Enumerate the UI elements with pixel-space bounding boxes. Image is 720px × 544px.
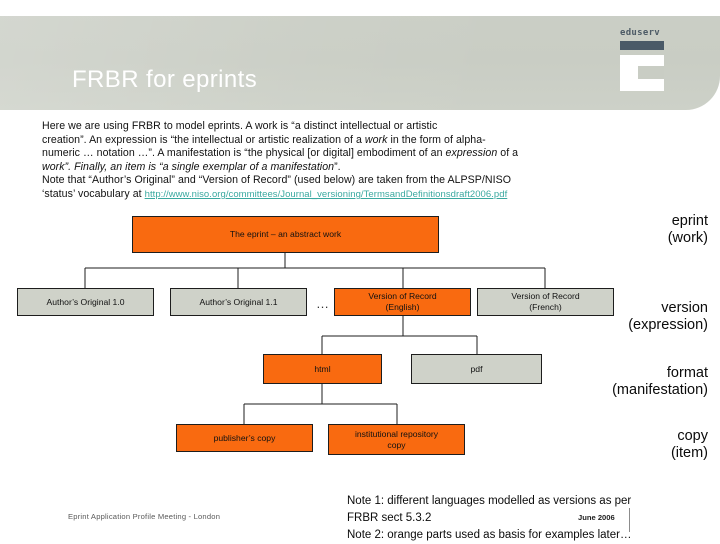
logo-bar-icon — [620, 41, 664, 50]
node-publishers-copy-label: publisher’s copy — [213, 432, 276, 443]
niso-terms-link[interactable]: http://www.niso.org/committees/Journal_v… — [145, 189, 508, 200]
legend-version-expression: version (expression) — [628, 300, 708, 334]
intro-line-2a: creation”. An expression is “the intelle… — [42, 133, 365, 146]
slide-header-banner — [0, 0, 720, 110]
header-gloss-overlay — [0, 0, 720, 110]
intro-line-1: Here we are using FRBR to model eprints.… — [42, 120, 438, 132]
intro-line-5: Note that “Author’s Original” and “Versi… — [42, 174, 511, 187]
legend-format-manifestation: format (manifestation) — [612, 365, 708, 399]
intro-line-4b: ”. — [334, 160, 341, 173]
footer-notes: Note 1: different languages modelled as … — [347, 493, 631, 544]
node-version-of-record-english-label: Version of Record (English) — [368, 291, 437, 312]
node-html[interactable]: html — [263, 354, 382, 384]
legend-copy-top: copy — [677, 428, 708, 444]
node-pdf[interactable]: pdf — [411, 354, 542, 384]
legend-eprint-work: eprint (work) — [668, 213, 708, 247]
node-institutional-repository-copy[interactable]: institutional repository copy — [328, 424, 465, 455]
footer-note-1-line-1: Note 1: different languages modelled as … — [347, 495, 632, 507]
legend-copy-bottom: (item) — [670, 445, 708, 461]
ellipsis-separator: … — [316, 296, 331, 311]
intro-line-2-italic: work — [364, 133, 388, 146]
node-eprint-label: The eprint – an abstract work — [229, 229, 342, 239]
legend-eprint-bottom: (work) — [667, 230, 708, 246]
logo-e-notch — [638, 66, 664, 79]
logo-e-icon — [620, 55, 664, 91]
footer-note-1-line-2: FRBR sect 5.3.2 — [347, 512, 432, 524]
node-authors-original-1-1-label: Author’s Original 1.1 — [199, 296, 278, 307]
legend-version-top: version — [661, 300, 708, 316]
intro-line-4-italic: manifestation — [270, 160, 335, 173]
legend-copy-item: copy (item) — [671, 428, 708, 462]
node-eprint[interactable]: The eprint – an abstract work — [132, 216, 439, 253]
legend-format-top: format — [666, 365, 708, 381]
node-authors-original-1-1[interactable]: Author’s Original 1.1 — [170, 288, 307, 316]
node-version-of-record-english[interactable]: Version of Record (English) — [334, 288, 471, 316]
intro-line-3a: numeric … notation …”. A manifestation i… — [42, 147, 446, 160]
eduserv-logo: eduserv — [620, 28, 668, 91]
node-authors-original-1-0[interactable]: Author’s Original 1.0 — [17, 288, 154, 316]
node-institutional-repository-copy-label: institutional repository copy — [354, 428, 439, 450]
node-html-label: html — [314, 363, 331, 374]
intro-line-6-prefix: ‘status’ vocabulary at — [42, 187, 145, 200]
header-top-white-strip — [0, 0, 720, 16]
text-caret — [629, 508, 630, 532]
node-authors-original-1-0-label: Author’s Original 1.0 — [46, 296, 125, 307]
intro-line-4a: work”. Finally, an item is “a single exe… — [42, 160, 271, 173]
legend-version-bottom: (expression) — [628, 317, 708, 333]
intro-line-3-italic: expression — [445, 147, 498, 160]
node-publishers-copy[interactable]: publisher’s copy — [176, 424, 313, 452]
logo-wordmark: eduserv — [620, 28, 661, 38]
page-title: FRBR for eprints — [72, 66, 258, 93]
intro-paragraph: Here we are using FRBR to model eprints.… — [42, 120, 672, 202]
footer-note-2: Note 2: orange parts used as basis for e… — [347, 529, 632, 541]
node-version-of-record-french[interactable]: Version of Record (French) — [477, 288, 614, 316]
node-version-of-record-french-label: Version of Record (French) — [511, 291, 580, 312]
node-pdf-label: pdf — [470, 363, 483, 374]
intro-line-2b: in the form of alpha- — [387, 133, 486, 146]
legend-format-bottom: (manifestation) — [612, 382, 708, 398]
footer-meeting-label: Eprint Application Profile Meeting - Lon… — [68, 512, 221, 521]
intro-line-3b: of a — [497, 147, 519, 160]
legend-eprint-top: eprint — [671, 213, 708, 229]
